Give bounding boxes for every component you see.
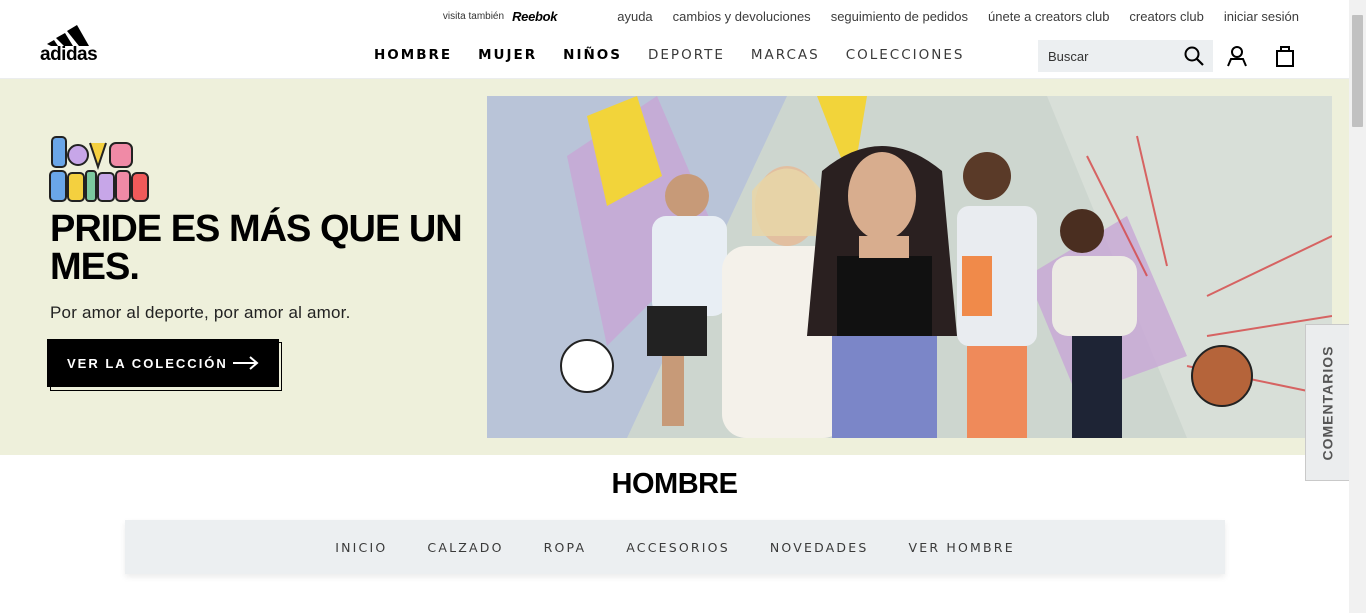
page-scrollbar[interactable] [1349,0,1366,613]
arrow-right-icon [233,356,259,370]
feedback-label: COMENTARIOS [1319,345,1336,460]
subnav-calzado[interactable]: CALZADO [427,540,503,555]
cta-label: VER LA COLECCIÓN [67,355,228,371]
brand-wordmark[interactable]: adidas [40,44,98,66]
search-icon[interactable] [1183,45,1205,67]
subnav-ver-hombre[interactable]: VER HOMBRE [909,540,1015,555]
subnav-accesorios[interactable]: ACCESORIOS [626,540,730,555]
also-visit-label: visita también [442,10,505,22]
view-collection-button[interactable]: VER LA COLECCIÓN [47,339,279,387]
nav-deporte[interactable]: DEPORTE [648,47,725,63]
reebok-link[interactable]: Reebok [512,9,557,24]
hero-title: PRIDE ES MÁS QUE UN MES. [50,208,463,288]
util-link-cambios[interactable]: cambios y devoluciones [673,9,811,24]
hero-banner: PRIDE ES MÁS QUE UN MES. Por amor al dep… [0,79,1349,455]
hero-image [487,96,1332,438]
category-subnav: INICIO CALZADO ROPA ACCESORIOS NOVEDADES… [125,520,1225,574]
subnav-ropa[interactable]: ROPA [544,540,587,555]
account-icon[interactable] [1225,44,1249,68]
main-nav: HOMBRE MUJER NIÑOS DEPORTE MARCAS COLECC… [374,47,990,63]
util-link-seguimiento[interactable]: seguimiento de pedidos [831,9,968,24]
util-link-login[interactable]: iniciar sesión [1224,9,1299,24]
cta-wrapper: VER LA COLECCIÓN [47,339,282,391]
nav-colecciones[interactable]: COLECCIONES [846,47,965,63]
search-input[interactable] [1048,40,1178,72]
section-title: HOMBRE [611,468,738,500]
subnav-novedades[interactable]: NOVEDADES [770,540,869,555]
util-link-creators-club[interactable]: creators club [1129,9,1203,24]
scrollbar-thumb[interactable] [1352,15,1363,127]
feedback-tab[interactable]: COMENTARIOS [1305,324,1349,481]
nav-hombre[interactable]: HOMBRE [374,47,452,63]
site-header: adidas visita también Reebok ayuda cambi… [0,0,1349,79]
love-unites-logo-icon [49,136,149,202]
utility-nav: visita también Reebok ayuda cambios y de… [443,8,1299,24]
subnav-inicio[interactable]: INICIO [335,540,387,555]
page: adidas visita también Reebok ayuda cambi… [0,0,1366,613]
nav-mujer[interactable]: MUJER [478,47,537,63]
nav-ninos[interactable]: NIÑOS [563,47,622,63]
nav-marcas[interactable]: MARCAS [751,47,820,63]
util-link-ayuda[interactable]: ayuda [617,9,652,24]
bag-icon[interactable] [1273,44,1297,68]
search-box [1038,40,1213,72]
util-link-unete[interactable]: únete a creators club [988,9,1109,24]
hero-subtitle: Por amor al deporte, por amor al amor. [50,303,351,322]
